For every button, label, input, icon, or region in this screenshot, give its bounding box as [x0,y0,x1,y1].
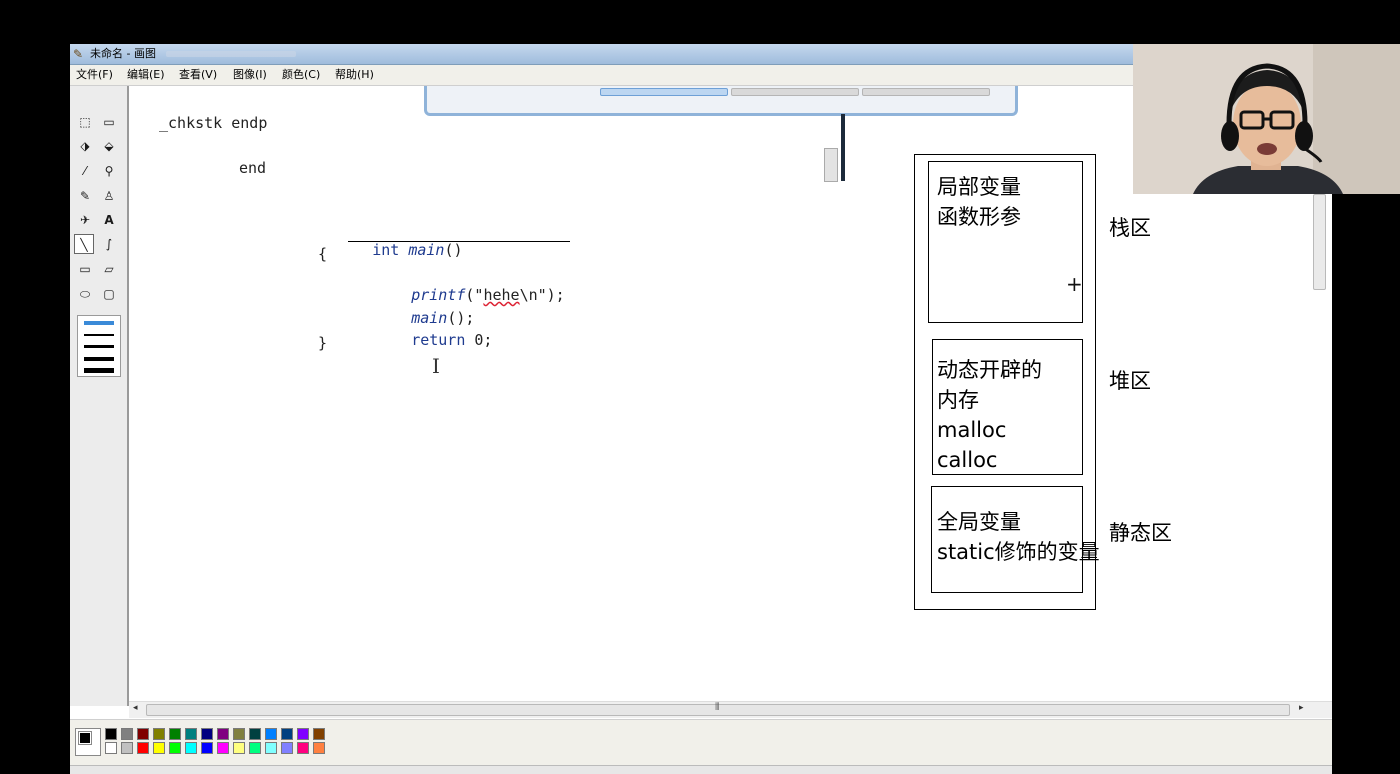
palette-swatch[interactable] [105,728,117,740]
palette-swatch[interactable] [265,742,277,754]
horizontal-scrollbar[interactable]: ◂ ⦀ ▸ [129,701,1332,718]
ellipse-tool-icon[interactable]: ⬭ [75,284,95,304]
text-cursor-icon: I [432,354,440,378]
menu-view[interactable]: 查看(V) [179,68,217,82]
palette-swatch[interactable] [249,742,261,754]
palette-swatch[interactable] [313,728,325,740]
foreground-color-swatch [78,731,92,745]
dialog-button-2 [731,88,859,96]
heap-label: 堆区 [1109,369,1151,393]
palette-swatch[interactable] [201,728,213,740]
overlapping-dialog [424,86,1018,116]
menu-edit[interactable]: 编辑(E) [127,68,165,82]
horizontal-scroll-thumb[interactable]: ⦀ [146,702,1290,716]
palette-swatch[interactable] [137,728,149,740]
palette-swatch[interactable] [233,742,245,754]
scroll-grip-icon: ⦀ [715,702,720,713]
palette-swatch[interactable] [281,728,293,740]
vertical-scroll-thumb[interactable] [1313,194,1326,290]
line-width-2[interactable] [84,334,114,336]
asm-line-1: _chkstk endp [159,114,268,132]
heap-content: 动态开辟的 内存 malloc calloc [937,358,1042,472]
palette-swatch[interactable] [201,742,213,754]
line-width-panel [77,315,121,377]
window-title: 未命名 - 画图 [90,47,156,60]
palette-swatch[interactable] [185,728,197,740]
palette-swatch[interactable] [249,728,261,740]
palette-swatch[interactable] [185,742,197,754]
palette-swatch[interactable] [233,728,245,740]
palette-swatch[interactable] [121,742,133,754]
line-width-1[interactable] [84,321,114,325]
palette-swatch[interactable] [281,742,293,754]
code-close-brace: } [318,334,328,352]
code-return-line: return 0; [357,313,492,367]
return-rest: 0; [465,331,493,349]
crosshair-cursor-icon: + [1066,272,1083,296]
pasted-dark-bar [841,114,845,181]
code-open-brace: { [318,245,328,263]
palette-swatch[interactable] [153,742,165,754]
pasted-scrollbar-fragment [824,148,838,182]
palette-swatch[interactable] [297,728,309,740]
scroll-right-icon[interactable]: ▸ [1299,703,1304,713]
palette-swatch[interactable] [169,728,181,740]
curve-tool-icon[interactable]: ∫ [99,234,119,254]
menu-colors[interactable]: 颜色(C) [282,68,320,82]
stack-label: 栈区 [1109,216,1151,240]
line-width-5[interactable] [84,368,114,373]
toolbox: ⬚ ▭ ⬗ ⬙ ⁄ ⚲ ✎ ♙ ✈ A ╲ ∫ ▭ ▱ ⬭ ▢ [70,86,129,706]
stack-content: 局部变量 函数形参 [937,175,1021,229]
asm-line-2: end [239,159,267,177]
eraser-icon[interactable]: ⬗ [75,136,95,156]
fill-bucket-icon[interactable]: ⬙ [99,136,119,156]
drawn-underline [348,241,570,242]
palette-swatch[interactable] [265,728,277,740]
rect-select-icon[interactable]: ▭ [99,112,119,132]
paint-app-icon: ✎ [73,47,84,61]
main-parens: () [444,241,463,259]
free-select-icon[interactable]: ⬚ [75,112,95,132]
polygon-tool-icon[interactable]: ▱ [99,259,119,279]
vertical-scrollbar[interactable] [1311,194,1327,701]
printf-rest: \n"); [519,286,565,304]
line-width-4[interactable] [84,357,114,361]
rounded-rect-tool-icon[interactable]: ▢ [99,284,119,304]
menu-file[interactable]: 文件(F) [76,68,113,82]
brush-icon[interactable]: ♙ [99,186,119,206]
palette-swatch[interactable] [297,742,309,754]
printf-word: hehe [483,286,520,304]
overlapping-window-ghost [166,51,296,57]
presenter-video [1133,44,1400,194]
kw-int: int [372,241,400,259]
kw-return: return [411,331,466,349]
palette-swatch[interactable] [153,728,165,740]
text-tool-icon[interactable]: A [99,210,119,230]
magnifier-icon[interactable]: ⚲ [99,161,119,181]
static-label: 静态区 [1109,521,1172,545]
menu-help[interactable]: 帮助(H) [335,68,374,82]
palette-swatch[interactable] [169,742,181,754]
color-picker-icon[interactable]: ⁄ [75,161,95,181]
palette-swatch[interactable] [217,728,229,740]
dialog-button-3 [862,88,990,96]
pencil-icon[interactable]: ✎ [75,186,95,206]
palette-swatch[interactable] [105,742,117,754]
status-bar [70,765,1332,774]
palette-swatch[interactable] [217,742,229,754]
palette-swatch[interactable] [313,742,325,754]
airbrush-icon[interactable]: ✈ [75,210,95,230]
webcam-overlay [1133,44,1400,194]
rectangle-tool-icon[interactable]: ▭ [75,259,95,279]
fn-main: main [408,241,445,259]
palette-swatch[interactable] [121,728,133,740]
static-content: 全局变量 static修饰的变量 [937,510,1100,564]
scroll-left-icon[interactable]: ◂ [133,703,138,713]
line-tool-icon[interactable]: ╲ [74,234,94,254]
current-colors[interactable] [75,728,101,756]
menu-image[interactable]: 图像(I) [233,68,267,82]
dialog-button-1 [600,88,728,96]
line-width-3[interactable] [84,345,114,348]
palette-swatch[interactable] [137,742,149,754]
